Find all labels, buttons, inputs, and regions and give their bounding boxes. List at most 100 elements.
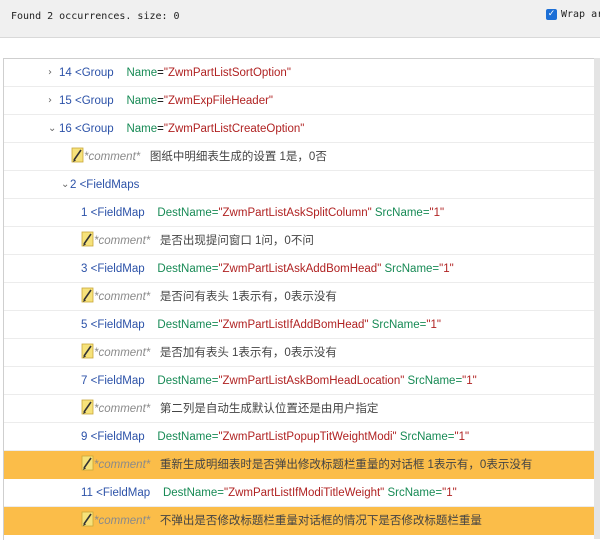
node-index: 1 — [81, 207, 88, 219]
src-attr: SrcName= — [371, 319, 427, 331]
node-index: 14 — [59, 67, 72, 79]
comment-label: *comment* 是否加有表头 1表示有，0表示没有 — [81, 339, 337, 367]
fieldmap-comment-row[interactable]: *comment* 不弹出是否修改标题栏重量对话框的情况下是否修改标题栏重量 — [4, 507, 600, 535]
comment-key: *comment* — [94, 403, 151, 415]
node-tag: <FieldMap — [90, 319, 145, 331]
fieldmaps-2-row[interactable]: 5 <FieldMap DestName="ZwmPartListIfAddBo… — [4, 311, 600, 339]
comment-key: *comment* — [94, 235, 151, 247]
comment-label: *comment* 不弹出是否修改标题栏重量对话框的情况下是否修改标题栏重量 — [81, 507, 482, 535]
node-value: "ZwmPartListSortOption" — [163, 67, 291, 79]
comment-pencil-icon — [81, 512, 94, 527]
comment-label: *comment* 是否出现提问窗口 1问，0不问 — [81, 227, 314, 255]
comment-pencil-icon — [81, 456, 94, 471]
dest-value: "ZwmPartListIfAddBomHead" — [218, 319, 369, 331]
comment-pencil-icon — [81, 400, 94, 415]
comment-text: 不弹出是否修改标题栏重量对话框的情况下是否修改标题栏重量 — [159, 515, 482, 527]
dest-value: "ZwmPartListAskSplitColumn" — [218, 207, 372, 219]
node-label: 1 <FieldMap DestName="ZwmPartListAskSpli… — [81, 199, 444, 227]
vertical-scrollbar[interactable] — [594, 58, 600, 539]
fieldmaps-3-row[interactable]: 7 <FieldMap DestName="ZwmPartListAskBomH… — [4, 367, 600, 395]
node-label: 14 <Group Name="ZwmPartListSortOption" — [59, 67, 291, 79]
node-label: 3 <FieldMap DestName="ZwmPartListAskAddB… — [81, 255, 454, 283]
comment-text: 图纸中明细表生成的设置 1是，0否 — [149, 151, 327, 163]
expand-chevron-icon[interactable]: › — [48, 87, 52, 115]
comment-label: *comment* 图纸中明细表生成的设置 1是，0否 — [71, 143, 327, 171]
search-result-text: Found 2 occurrences. size: 0 — [11, 11, 180, 22]
groups-2-row[interactable]: ⌄ 16 <Group Name="ZwmPartListCreateOption… — [4, 115, 600, 143]
expand-chevron-icon[interactable]: ⌄ — [61, 171, 69, 199]
fieldmap-comment-row[interactable]: *comment* 是否加有表头 1表示有，0表示没有 — [4, 339, 600, 367]
xml-tree-view[interactable]: › 14 <Group Name="ZwmPartListSortOption" ›… — [3, 58, 600, 540]
fieldmaps-6-row[interactable]: 13 <FieldMap DestName="ZwmPartListCreate… — [4, 535, 600, 540]
fieldmaps-4-row[interactable]: 9 <FieldMap DestName="ZwmPartListPopupTi… — [4, 423, 600, 451]
src-value: "1" — [454, 431, 470, 443]
node-tag: <FieldMap — [96, 487, 151, 499]
comment-key: *comment* — [94, 459, 151, 471]
node-attr: Name — [126, 67, 158, 79]
node-tag: <FieldMap — [90, 207, 145, 219]
expand-chevron-icon[interactable]: ⌄ — [48, 115, 56, 143]
node-tag: <FieldMap — [90, 431, 145, 443]
dest-attr: DestName= — [157, 431, 219, 443]
expand-chevron-icon[interactable]: › — [48, 59, 52, 87]
comment-text: 是否问有表头 1表示有，0表示没有 — [159, 291, 337, 303]
fieldmaps-1-row[interactable]: 3 <FieldMap DestName="ZwmPartListAskAddB… — [4, 255, 600, 283]
node-label: 13 <FieldMap DestName="ZwmPartListCreate… — [81, 535, 459, 540]
comment-key: *comment* — [84, 151, 141, 163]
node-index: 3 — [81, 263, 88, 275]
dest-value: "ZwmPartListAskAddBomHead" — [218, 263, 382, 275]
comment-text: 是否加有表头 1表示有，0表示没有 — [159, 347, 337, 359]
comment-key: *comment* — [94, 347, 151, 359]
groups-0-row[interactable]: › 14 <Group Name="ZwmPartListSortOption" — [4, 59, 600, 87]
group-comment-row[interactable]: *comment* 图纸中明细表生成的设置 1是，0否 — [4, 143, 600, 171]
fieldmaps-node-row[interactable]: ⌄ 2 <FieldMaps — [4, 171, 600, 199]
comment-key: *comment* — [94, 515, 151, 527]
dest-attr: DestName= — [162, 487, 224, 499]
groups-1-row[interactable]: › 15 <Group Name="ZwmExpFileHeader" — [4, 87, 600, 115]
comment-pencil-icon — [81, 344, 94, 359]
src-value: "1" — [429, 207, 445, 219]
comment-text: 第二列是自动生成默认位置还是由用户指定 — [159, 403, 379, 415]
fieldmap-comment-row[interactable]: *comment* 重新生成明细表时是否弹出修改标题栏重量的对话框 1表示有，0… — [4, 451, 600, 479]
comment-pencil-icon — [71, 148, 84, 163]
fieldmap-comment-row[interactable]: *comment* 是否出现提问窗口 1问，0不问 — [4, 227, 600, 255]
node-label: 7 <FieldMap DestName="ZwmPartListAskBomH… — [81, 367, 477, 395]
node-tag: <FieldMap — [90, 263, 145, 275]
dest-attr: DestName= — [157, 319, 219, 331]
fieldmaps-0-row[interactable]: 1 <FieldMap DestName="ZwmPartListAskSpli… — [4, 199, 600, 227]
fieldmaps-node-label: 2 <FieldMaps — [70, 179, 140, 191]
comment-text: 重新生成明细表时是否弹出修改标题栏重量的对话框 1表示有，0表示没有 — [159, 459, 533, 471]
node-index: 5 — [81, 319, 88, 331]
comment-label: *comment* 重新生成明细表时是否弹出修改标题栏重量的对话框 1表示有，0… — [81, 451, 532, 479]
wrap-around-option[interactable]: ✓ Wrap arou — [546, 9, 600, 20]
src-attr: SrcName= — [387, 487, 443, 499]
dest-value: "ZwmPartListPopupTitWeightModi" — [218, 431, 397, 443]
node-label: 5 <FieldMap DestName="ZwmPartListIfAddBo… — [81, 311, 441, 339]
src-attr: SrcName= — [399, 431, 455, 443]
fieldmap-comment-row[interactable]: *comment* 是否问有表头 1表示有，0表示没有 — [4, 283, 600, 311]
comment-pencil-icon — [81, 288, 94, 303]
fieldmaps-5-row[interactable]: 11 <FieldMap DestName="ZwmPartListIfModi… — [4, 479, 600, 507]
wrap-around-checkbox[interactable]: ✓ — [546, 9, 557, 20]
node-index: 7 — [81, 375, 88, 387]
node-tag: <Group — [75, 67, 114, 79]
node-tag: <FieldMap — [90, 375, 145, 387]
src-value: "1" — [439, 263, 454, 275]
node-value: "ZwmPartListCreateOption" — [163, 123, 305, 135]
comment-pencil-icon — [81, 232, 94, 247]
node-index: 16 — [59, 123, 72, 135]
node-label: 11 <FieldMap DestName="ZwmPartListIfModi… — [81, 479, 457, 507]
node-attr: Name — [126, 95, 158, 107]
src-value: "1" — [426, 319, 441, 331]
comment-text: 是否出现提问窗口 1问，0不问 — [159, 235, 314, 247]
src-attr: SrcName= — [407, 375, 463, 387]
comment-label: *comment* 第二列是自动生成默认位置还是由用户指定 — [81, 395, 378, 423]
dest-value: "ZwmPartListIfModiTitleWeight" — [224, 487, 385, 499]
fieldmap-comment-row[interactable]: *comment* 第二列是自动生成默认位置还是由用户指定 — [4, 395, 600, 423]
node-index: 9 — [81, 431, 88, 443]
node-tag: <Group — [75, 123, 114, 135]
dest-attr: DestName= — [157, 263, 219, 275]
comment-key: *comment* — [94, 291, 151, 303]
node-index: 11 — [81, 487, 93, 499]
node-value: "ZwmExpFileHeader" — [163, 95, 274, 107]
